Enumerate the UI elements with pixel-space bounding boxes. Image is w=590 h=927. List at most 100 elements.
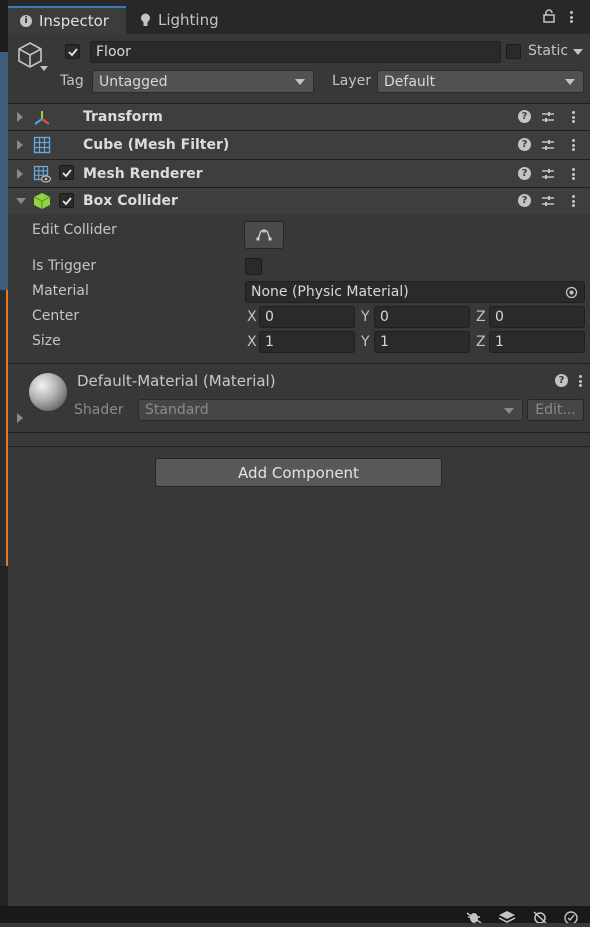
presets-icon[interactable]	[541, 110, 555, 124]
center-x-field[interactable]: 0	[259, 306, 355, 328]
foldout-arrow-icon[interactable]	[17, 112, 23, 122]
center-y-value: 0	[380, 309, 389, 325]
size-y-field[interactable]: 1	[374, 331, 470, 353]
size-z-value: 1	[495, 334, 504, 350]
object-name-input[interactable]: Floor	[90, 41, 501, 63]
chevron-down-icon	[565, 79, 575, 85]
tab-lighting[interactable]: Lighting	[130, 6, 250, 34]
presets-icon[interactable]	[541, 138, 555, 152]
center-z-field[interactable]: 0	[489, 306, 585, 328]
size-x-axis-label[interactable]: X	[247, 334, 257, 350]
active-checkbox[interactable]	[65, 44, 80, 59]
component-mesh-filter[interactable]: Cube (Mesh Filter) ?	[8, 130, 590, 159]
component-mesh-renderer[interactable]: Mesh Renderer ?	[8, 159, 590, 187]
icon-dropdown-arrow[interactable]	[40, 66, 48, 71]
help-icon[interactable]: ?	[518, 138, 531, 151]
material-label: Material	[32, 283, 89, 299]
layers-icon[interactable]	[498, 910, 516, 927]
box-collider-icon	[33, 192, 51, 210]
tab-inspector[interactable]: i Inspector	[8, 6, 126, 34]
shader-label: Shader	[74, 402, 124, 418]
mesh-renderer-enabled-checkbox[interactable]	[59, 165, 74, 180]
is-trigger-checkbox[interactable]	[245, 258, 262, 275]
shader-edit-button[interactable]: Edit...	[527, 399, 584, 421]
tag-value: Untagged	[99, 73, 168, 90]
tag-dropdown[interactable]: Untagged	[92, 70, 314, 93]
center-y-field[interactable]: 0	[374, 306, 470, 328]
help-icon[interactable]: ?	[518, 167, 531, 180]
size-y-value: 1	[380, 334, 389, 350]
is-trigger-label: Is Trigger	[32, 258, 97, 274]
material-foldout-arrow-icon[interactable]	[17, 413, 23, 423]
presets-icon[interactable]	[541, 194, 555, 208]
edit-collider-icon	[256, 229, 272, 241]
component-transform[interactable]: Transform ?	[8, 103, 590, 130]
component-title: Box Collider	[83, 193, 178, 209]
scene-view-selection	[0, 290, 8, 566]
tab-inspector-label: Inspector	[39, 12, 109, 30]
presets-icon[interactable]	[541, 167, 555, 181]
add-component-label: Add Component	[238, 463, 359, 482]
static-dropdown-arrow[interactable]	[573, 49, 583, 55]
scene-view-sky	[0, 52, 8, 290]
lock-icon[interactable]	[543, 9, 555, 27]
shader-dropdown[interactable]: Standard	[138, 399, 523, 421]
static-label: Static	[528, 43, 569, 59]
transform-icon	[33, 109, 51, 127]
material-name: Default-Material (Material)	[77, 372, 276, 390]
chevron-down-icon	[504, 408, 514, 414]
mesh-renderer-icon	[33, 165, 52, 183]
center-x-axis-label[interactable]: X	[247, 309, 257, 325]
foldout-arrow-icon[interactable]	[17, 140, 23, 150]
debug-icon[interactable]	[465, 910, 483, 927]
component-title: Cube (Mesh Filter)	[83, 137, 230, 153]
material-object-field[interactable]: None (Physic Material)	[245, 281, 585, 303]
add-component-button[interactable]: Add Component	[155, 458, 442, 487]
mesh-filter-icon	[33, 136, 51, 154]
check-circle-icon[interactable]	[563, 910, 579, 927]
divider	[8, 432, 590, 433]
divider	[8, 446, 590, 447]
center-label: Center	[32, 308, 80, 324]
component-title: Transform	[83, 109, 163, 125]
info-icon: i	[20, 15, 32, 27]
material-preview-sphere[interactable]	[29, 373, 67, 411]
foldout-arrow-icon[interactable]	[17, 169, 23, 179]
layer-dropdown[interactable]: Default	[377, 70, 584, 93]
layer-label: Layer	[332, 73, 372, 89]
size-label: Size	[32, 333, 61, 349]
object-picker-icon[interactable]	[565, 286, 578, 303]
static-checkbox[interactable]	[506, 44, 521, 59]
divider	[8, 363, 590, 364]
tab-menu-icon[interactable]	[569, 11, 573, 23]
scene-view-ground	[0, 566, 8, 923]
center-y-axis-label[interactable]: Y	[361, 309, 370, 325]
box-collider-enabled-checkbox[interactable]	[59, 193, 74, 208]
visibility-icon[interactable]	[531, 910, 549, 927]
bulb-icon	[140, 13, 151, 27]
center-z-value: 0	[495, 309, 504, 325]
size-z-field[interactable]: 1	[489, 331, 585, 353]
component-menu-icon[interactable]	[571, 168, 575, 180]
help-icon[interactable]: ?	[518, 110, 531, 123]
material-help-icon[interactable]: ?	[555, 374, 568, 387]
size-z-axis-label[interactable]: Z	[476, 334, 486, 350]
size-y-axis-label[interactable]: Y	[361, 334, 370, 350]
shader-value: Standard	[145, 402, 209, 418]
tag-label: Tag	[60, 73, 84, 89]
help-icon[interactable]: ?	[518, 194, 531, 207]
component-box-collider[interactable]: Box Collider ?	[8, 187, 590, 214]
component-menu-icon[interactable]	[571, 111, 575, 123]
edit-collider-button[interactable]	[244, 221, 284, 249]
size-x-field[interactable]: 1	[259, 331, 355, 353]
component-menu-icon[interactable]	[571, 195, 575, 207]
layer-value: Default	[384, 73, 436, 90]
chevron-down-icon	[295, 79, 305, 85]
foldout-arrow-icon[interactable]	[16, 198, 26, 204]
material-value: None (Physic Material)	[251, 284, 409, 300]
tab-lighting-label: Lighting	[158, 11, 219, 29]
object-name-text: Floor	[96, 44, 131, 60]
material-menu-icon[interactable]	[578, 375, 582, 387]
center-z-axis-label[interactable]: Z	[476, 309, 486, 325]
component-menu-icon[interactable]	[571, 139, 575, 151]
